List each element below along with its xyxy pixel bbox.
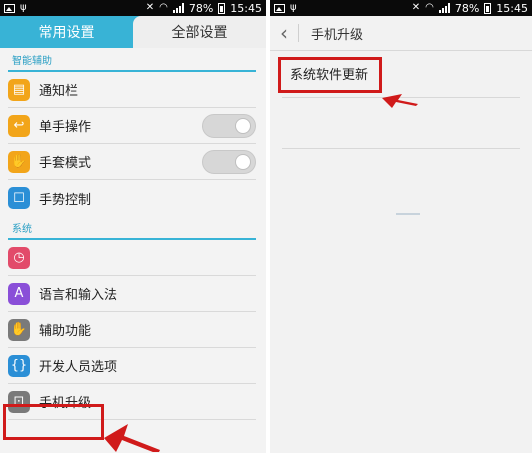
mute-icon: ✕ — [411, 2, 421, 13]
usb-icon: ψ — [290, 2, 297, 13]
settings-item-label: 单手操作 — [39, 120, 92, 135]
tab-all-settings[interactable]: 全部设置 — [133, 16, 266, 48]
glove-mode-toggle[interactable] — [202, 149, 256, 174]
page-title: 手机升级 — [311, 27, 364, 43]
title-bar: ‹ 手机升级 — [270, 16, 532, 51]
language-icon: A — [8, 282, 30, 305]
settings-item-label: 通知栏 — [39, 84, 79, 99]
clock-time: 15:45 — [230, 1, 262, 15]
one-hand-toggle[interactable] — [202, 113, 256, 138]
wifi-icon: ◠ — [159, 2, 168, 13]
title-separator — [298, 24, 299, 42]
settings-tabs: 常用设置 全部设置 — [0, 16, 266, 48]
settings-item-accessibility[interactable]: ✋ 辅助功能 — [8, 312, 256, 348]
usb-icon: ψ — [20, 2, 27, 13]
battery-percent: 78% — [454, 1, 480, 15]
clock-icon: ◷ — [8, 246, 30, 269]
glove-icon: ✋ — [8, 150, 30, 173]
settings-item-language[interactable]: A 语言和输入法 — [8, 276, 256, 312]
settings-item-label: 辅助功能 — [39, 324, 92, 339]
loading-indicator — [396, 213, 420, 215]
wifi-icon: ◠ — [425, 2, 434, 13]
phone-upgrade-panel: ψ ✕ ◠ 78% 15:45 ‹ 手机升级 系统软件更新 — [270, 0, 532, 453]
highlight-phone-upgrade — [3, 404, 104, 440]
pointer-arrow-icon — [104, 424, 160, 452]
settings-item-label: 语言和输入法 — [39, 288, 118, 303]
tab-common-settings[interactable]: 常用设置 — [0, 16, 133, 48]
battery-icon — [218, 2, 226, 14]
settings-item-notification-bar[interactable]: ▤ 通知栏 — [8, 72, 256, 108]
settings-panel: ψ ✕ ◠ 78% 15:45 常用设置 全部设置 智能辅助 ▤ 通知栏 ↩ 单… — [0, 0, 266, 453]
settings-item-label: 手套模式 — [39, 156, 92, 171]
settings-item-date-time[interactable]: ◷ — [8, 240, 256, 276]
list-divider — [282, 148, 520, 149]
mute-icon: ✕ — [145, 2, 155, 13]
settings-item-one-hand[interactable]: ↩ 单手操作 — [8, 108, 256, 144]
highlight-system-software-update — [278, 57, 382, 93]
clock-time: 15:45 — [496, 1, 528, 15]
settings-item-gesture[interactable]: ☐ 手势控制 — [8, 180, 256, 216]
signal-icon — [172, 3, 184, 13]
developer-icon: {} — [8, 354, 30, 377]
status-bar: ψ ✕ ◠ 78% 15:45 — [0, 0, 266, 16]
battery-icon — [484, 2, 492, 14]
back-arrow-icon[interactable]: ‹ — [270, 21, 298, 45]
accessibility-icon: ✋ — [8, 318, 30, 341]
settings-item-developer[interactable]: {} 开发人员选项 — [8, 348, 256, 384]
pointer-arrow-icon — [382, 94, 418, 108]
signal-icon — [438, 3, 450, 13]
section-header-system: 系统 — [12, 224, 32, 235]
image-notification-icon — [274, 3, 285, 13]
section-header-smart-assist: 智能辅助 — [12, 56, 52, 67]
settings-item-glove-mode[interactable]: ✋ 手套模式 — [8, 144, 256, 180]
notification-icon: ▤ — [8, 78, 30, 101]
status-bar: ψ ✕ ◠ 78% 15:45 — [270, 0, 532, 16]
battery-percent: 78% — [188, 1, 214, 15]
settings-item-label: 手势控制 — [39, 192, 92, 208]
image-notification-icon — [4, 3, 15, 13]
settings-item-label: 开发人员选项 — [39, 360, 118, 375]
one-hand-icon: ↩ — [8, 114, 30, 137]
gesture-icon: ☐ — [8, 187, 30, 209]
